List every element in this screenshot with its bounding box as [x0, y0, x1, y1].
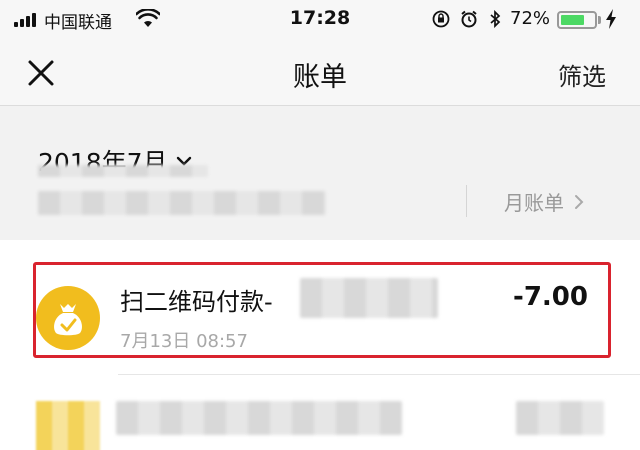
status-bar: 中国联通 17:28 72% [0, 0, 640, 40]
transaction-title: 扫二维码付款- [120, 288, 273, 316]
transaction-row[interactable]: 扫二维码付款- -7.00 7月13日 08:57 [0, 250, 640, 370]
battery-icon [557, 11, 597, 29]
filter-button[interactable]: 筛选 [558, 57, 606, 92]
transaction-time: 7月13日 08:57 [120, 331, 248, 352]
chevron-right-icon [575, 194, 584, 209]
transaction-amount: -7.00 [513, 282, 588, 312]
alarm-icon [461, 10, 477, 28]
redacted-transaction-amount [516, 401, 604, 435]
vertical-divider [466, 185, 467, 217]
transaction-row[interactable] [0, 385, 640, 450]
row-divider [118, 374, 640, 375]
page-title: 账单 [293, 62, 347, 93]
monthly-bill-label: 月账单 [504, 191, 564, 215]
month-summary: 2018年7月 月账单 [0, 107, 640, 240]
battery-level [561, 15, 585, 25]
redacted-icon [36, 401, 100, 450]
nav-bar: 账单 筛选 [0, 40, 640, 106]
transaction-list: 扫二维码付款- -7.00 7月13日 08:57 [0, 240, 640, 450]
redacted-summary-amounts [38, 191, 326, 215]
bluetooth-icon [490, 10, 501, 28]
redacted-merchant-name [300, 278, 438, 318]
redacted-summary-line [38, 165, 208, 177]
charging-icon [606, 9, 616, 29]
money-bag-icon [36, 286, 100, 350]
monthly-bill-link[interactable]: 月账单 [504, 187, 584, 216]
redacted-transaction-title [116, 401, 402, 435]
orientation-lock-icon [432, 10, 450, 28]
battery-percent: 72% [510, 8, 551, 29]
battery-tip [598, 16, 601, 24]
